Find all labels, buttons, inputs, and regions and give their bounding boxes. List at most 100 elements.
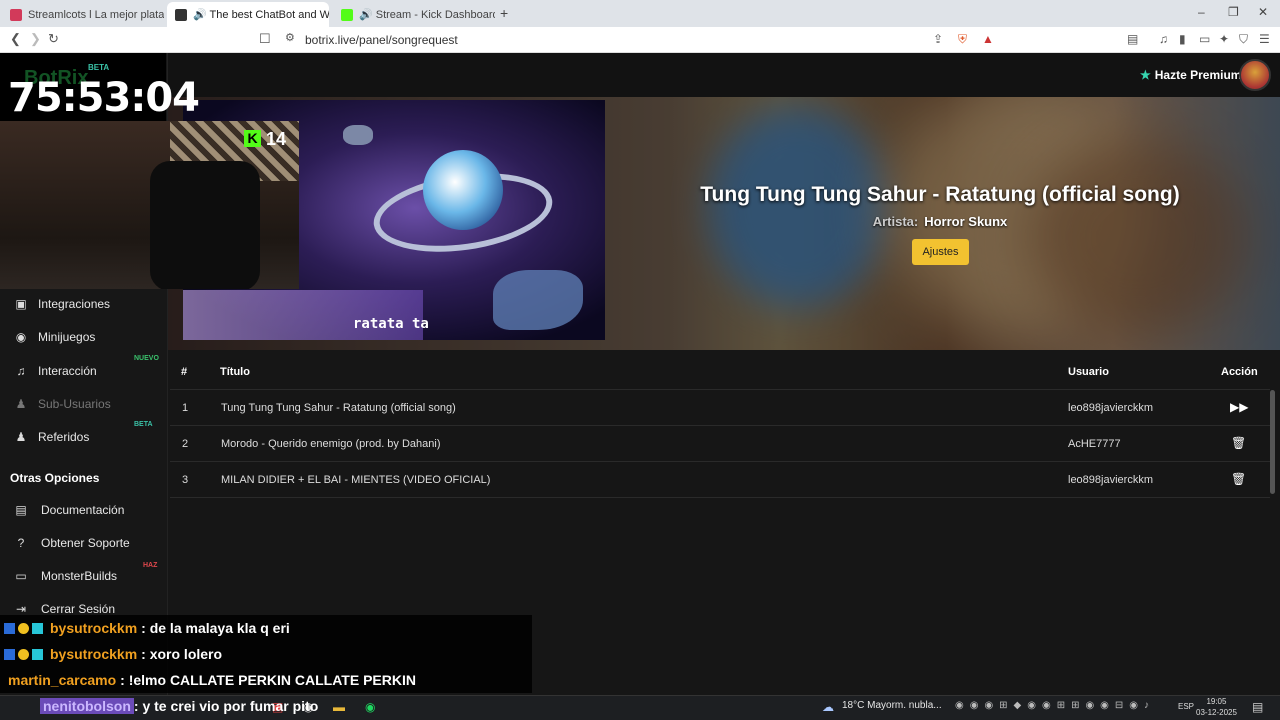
chat-message: nenitobolson: y te crei vio por fumar pi… [32,695,318,717]
gamepad-icon: ◉ [15,330,27,344]
sidebar-item-referidos[interactable]: ♟ Referidos [14,427,90,447]
system-tray-icons[interactable]: ◉◉◉⊞◆◉◉⊞⊞◉◉⊟◉♪ [955,700,1155,711]
sidebar-item-label: Interacción [38,364,97,378]
user-group-icon: ♟ [15,430,27,444]
scrollbar[interactable] [1270,390,1275,494]
vpn-icon[interactable]: ⛉ [1239,32,1248,47]
cell-user: AcHE7777 [1068,438,1121,450]
avatar[interactable] [1239,59,1271,91]
weather-widget[interactable]: 18°C Mayorm. nubla... [842,700,942,711]
botrix-icon [175,8,187,21]
url-field[interactable]: botrix.live/panel/songrequest [305,33,458,47]
sidebar-badge: NUEVO [134,355,159,362]
cell-number: 1 [182,402,189,414]
table-row: 1 Tung Tung Tung Sahur - Ratatung (offici… [170,389,1270,425]
sidebar-item-interaccion[interactable]: ♫ Interacción [14,361,97,381]
column-header-user: Usuario [1068,366,1109,378]
tab-title: 🔊 Stream - Kick Dashboard [359,9,495,21]
chat-text: : de la malaya kla q eri [141,620,290,636]
reader-icon[interactable]: ▮ [1179,32,1186,46]
chat-username: bysutrockkm [50,620,138,636]
kick-viewer-count: K 14 [244,129,286,150]
sidebar-item-integraciones[interactable]: ▣ Integraciones [14,294,110,314]
sidebar-item-label: MonsterBuilds [41,569,118,583]
tab-botrix[interactable]: 🔊 The best ChatBot and Widget ✕ [167,2,329,27]
streamlcots-icon [10,8,22,21]
back-icon[interactable]: ❮ [10,31,21,47]
chat-message: martin_carcamo: !elmo CALLATE PERKIN CAL… [0,667,532,693]
chat-text: : !elmo CALLATE PERKIN CALLATE PERKIN [120,672,416,688]
language-indicator[interactable]: ESP [1178,702,1194,711]
minimize-button[interactable]: – [1198,5,1205,19]
rewards-icon[interactable]: ▲ [982,32,994,46]
monitor-icon: ▭ [15,569,27,583]
table-row: 2 Morodo - Querido enemigo (prod. by Daha… [170,425,1270,461]
sidebar-item-label: Minijuegos [38,330,96,344]
site-info-icon[interactable]: ⚙ [285,31,295,44]
reload-icon[interactable]: ↻ [48,31,59,47]
brave-shield-icon[interactable]: ⛨ [958,32,967,47]
chat-text: : y te crei vio por fumar pito [133,698,319,714]
chat-username: martin_carcamo [8,672,117,688]
address-bar: ❮ ❯ ↻ ☐ ⚙ botrix.live/panel/songrequest … [0,27,1280,53]
premium-button[interactable]: ★ Hazte Premium [1140,68,1241,82]
asteroid [493,270,583,330]
song-queue-table: # Título Usuario Acción 1 Tung Tung Tung … [170,354,1270,504]
notifications-icon[interactable]: ▤ [1252,700,1263,714]
bookmark-icon[interactable]: ☐ [259,31,271,47]
skip-forward-icon[interactable]: ▶▶ [1230,400,1248,414]
question-icon: ? [17,536,25,550]
maximize-button[interactable]: ❐ [1228,5,1239,19]
logo-beta-badge: BETA [88,63,110,72]
asteroid [343,125,373,145]
settings-button[interactable]: Ajustes [912,239,969,265]
chat-text: : xoro lolero [141,646,223,662]
close-window-button[interactable]: ✕ [1258,5,1268,19]
trash-icon[interactable]: 🗑 [1231,436,1246,450]
section-title-otras-opciones: Otras Opciones [10,471,100,485]
chat-badge-icon [18,622,29,634]
premium-label: Hazte Premium [1154,68,1242,82]
sidebar-item-obtenersoporte[interactable]: ? Obtener Soporte [14,533,130,553]
sidebar-item-documentacion[interactable]: ▤ Documentación [14,500,124,520]
clock-time: 19:05 [1206,697,1227,706]
trash-icon[interactable]: 🗑 [1231,472,1246,486]
share-icon[interactable]: ⇪ [933,32,943,46]
weather-icon: ☁ [822,700,834,714]
viewer-count: 14 [266,129,287,149]
tab-streamlcots[interactable]: Streamlcots l La mejor plataforma p... [2,2,164,27]
kick-icon: K [244,130,261,147]
cell-title: Tung Tung Tung Sahur - Ratatung (officia… [221,402,456,414]
clock-date: 03-12-2025 [1196,708,1237,717]
media-icon[interactable]: ♫ [1159,32,1168,46]
users-icon: ♟ [15,397,27,411]
sidebar-item-monsterbuilds[interactable]: ▭ MonsterBuilds [14,566,117,586]
sidebar-toggle-icon[interactable]: ▤ [1127,32,1138,46]
thumbnail-glow [183,290,423,340]
thumbnail-caption: ratata ta [353,316,429,332]
wallet-icon[interactable]: ▭ [1199,32,1210,46]
tab-kick-dashboard[interactable]: 🔊 Stream - Kick Dashboard [333,2,495,27]
forward-icon[interactable]: ❯ [30,31,41,47]
artist-name: Horror Skunx [924,214,1008,229]
menu-icon[interactable]: ☰ [1259,32,1270,46]
sidebar-badge: BETA [134,421,153,428]
spotify-icon[interactable]: ◉ [365,700,375,714]
sidebar-badge: HAZ [143,562,158,569]
sidebar-item-label: Cerrar Sesión [41,602,116,616]
sidebar-item-label: Sub-Usuarios [38,397,111,411]
sidebar-item-minijuegos[interactable]: ◉ Minijuegos [14,327,96,347]
chat-message: bysutrockkm: de la malaya kla q eri [0,615,532,641]
new-tab-button[interactable]: + [500,5,508,21]
cell-title: Morodo - Querido enemigo (prod. by Dahan… [221,438,441,450]
column-header-action: Acción [1221,366,1258,378]
leo-ai-icon[interactable]: ✦ [1219,32,1229,46]
file-explorer-icon[interactable]: ▬ [333,700,345,714]
chat-badge-icon [32,648,43,660]
taskbar-clock[interactable]: 19:05 03-12-2025 [1196,696,1237,718]
music-icon: ♫ [16,364,26,378]
sidebar-item-label: Documentación [41,503,125,517]
kick-icon [341,8,353,21]
sidebar-item-subusuarios[interactable]: ♟ Sub-Usuarios [14,394,111,414]
column-header-title: Título [220,366,250,378]
